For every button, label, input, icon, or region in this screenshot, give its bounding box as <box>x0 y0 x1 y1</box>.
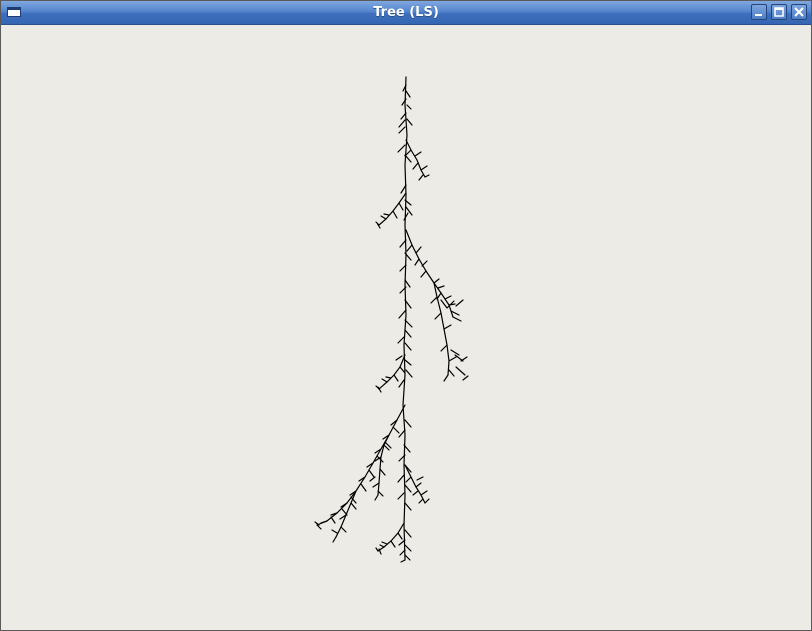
maximize-button[interactable] <box>771 4 787 20</box>
app-window: Tree (LS) <box>0 0 812 631</box>
close-button[interactable] <box>791 4 807 20</box>
close-icon <box>794 7 804 17</box>
minimize-icon <box>755 14 762 16</box>
window-title: Tree (LS) <box>373 5 439 20</box>
l-system-tree <box>314 76 469 563</box>
minimize-button[interactable] <box>751 4 767 20</box>
drawing-canvas <box>1 25 811 630</box>
title-bar[interactable]: Tree (LS) <box>1 1 811 25</box>
maximize-icon <box>774 7 784 17</box>
